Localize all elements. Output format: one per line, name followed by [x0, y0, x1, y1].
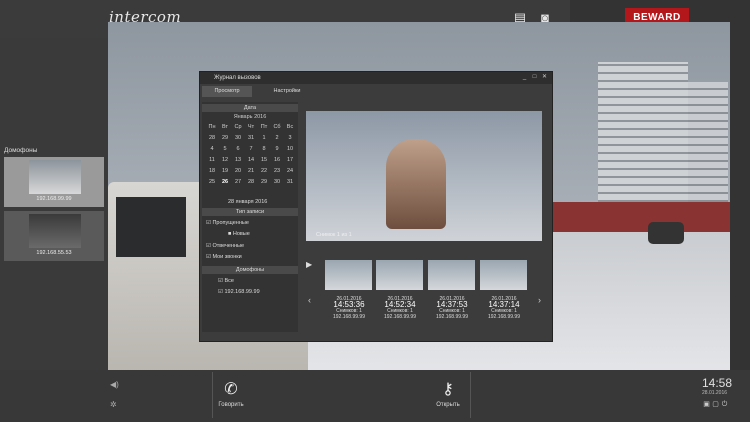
date-header: Дата — [202, 104, 298, 112]
minimize-icon[interactable]: _ — [521, 74, 528, 81]
camera-item-1[interactable]: 192.168.99.99 — [4, 157, 104, 207]
calendar-day[interactable]: 17 — [284, 157, 296, 163]
next-arrow-icon[interactable]: › — [538, 295, 541, 305]
type-answered[interactable]: ☑ Отвеченные — [206, 243, 244, 249]
intercoms-title: Домофоны — [4, 147, 38, 154]
calendar-day[interactable]: 9 — [271, 146, 283, 152]
intercom-ip[interactable]: ☑ 192.168.99.99 — [218, 289, 260, 295]
type-my-calls[interactable]: ☑ Мои звонки — [206, 254, 242, 260]
snapshot-thumb[interactable] — [480, 260, 527, 290]
gear-icon[interactable]: ✲ — [110, 400, 117, 409]
phone-icon: ✆ — [224, 381, 238, 398]
camera-thumbnail — [29, 160, 81, 194]
calendar-day[interactable]: 18 — [206, 168, 218, 174]
bottom-bar — [0, 370, 750, 422]
talk-button[interactable]: ✆ Говорить — [211, 378, 251, 408]
calendar-day[interactable]: 16 — [271, 157, 283, 163]
snapshot-thumb[interactable] — [376, 260, 423, 290]
calendar-day[interactable]: 22 — [258, 168, 270, 174]
calendar-day[interactable]: 30 — [232, 135, 244, 141]
calendar-day[interactable]: 13 — [232, 157, 244, 163]
calendar-day[interactable]: 2 — [271, 135, 283, 141]
calendar-day[interactable]: 28 — [206, 135, 218, 141]
calendar-day[interactable]: 25 — [206, 179, 218, 185]
calendar-day[interactable]: 15 — [258, 157, 270, 163]
calendar-day[interactable]: 20 — [232, 168, 244, 174]
snapshot-info: 26.01.2016 14:52:34 Снимков: 1 192.168.99.9… — [375, 296, 425, 320]
preview-label: Снимок 1 из 1 — [316, 232, 352, 238]
tab-view[interactable]: Просмотр — [202, 86, 252, 97]
camera-item-2[interactable]: 192.168.55.53 — [4, 211, 104, 261]
dialog-titlebar: Журнал вызовов _ □ ✕ — [200, 72, 552, 84]
calendar-day[interactable]: 10 — [284, 146, 296, 152]
calendar-day[interactable]: 31 — [284, 179, 296, 185]
clock-date: 28.01.2016 — [702, 390, 728, 396]
camera-ip: 192.168.99.99 — [36, 196, 72, 202]
clock-time: 14:58 — [702, 376, 733, 390]
selected-date: 28 января 2016 — [228, 199, 268, 205]
snapshot-ip: 192.168.99.99 — [384, 314, 416, 320]
snapshot-info: 26.01.2016 14:37:53 Снимков: 1 192.168.99.9… — [427, 296, 477, 320]
calendar-day[interactable]: 31 — [245, 135, 257, 141]
calendar-day[interactable]: 8 — [258, 146, 270, 152]
calendar-day[interactable]: 28 — [245, 179, 257, 185]
maximize-icon[interactable]: □ — [531, 74, 538, 81]
calendar-day[interactable]: 27 — [232, 179, 244, 185]
calendar-day[interactable]: 11 — [206, 157, 218, 163]
weekday-label: Вс — [286, 124, 294, 130]
type-new[interactable]: ■ Новые — [228, 231, 250, 237]
fullscreen-icon[interactable]: ▢ — [712, 401, 719, 408]
calendar-day[interactable]: 5 — [219, 146, 231, 152]
tab-settings[interactable]: Настройки — [262, 86, 312, 97]
calendar-day[interactable]: 4 — [206, 146, 218, 152]
calendar-day[interactable]: 3 — [284, 135, 296, 141]
calendar-day[interactable]: 1 — [258, 135, 270, 141]
weekday-label: Пт — [260, 124, 268, 130]
weekday-label: Пн — [208, 124, 216, 130]
calendar-day[interactable]: 12 — [219, 157, 231, 163]
camera-thumbnail — [29, 214, 81, 248]
open-button[interactable]: ⚷ Открыть — [428, 378, 468, 408]
calendar-month: Январь 2016 — [233, 114, 267, 120]
window-icon[interactable]: ▣ — [703, 401, 710, 408]
calendar-day[interactable]: 7 — [245, 146, 257, 152]
calendar-day[interactable]: 14 — [245, 157, 257, 163]
calendar-day[interactable]: 26 — [219, 179, 231, 185]
weekday-label: Вт — [221, 124, 228, 130]
volume-icon[interactable]: ◀) — [110, 380, 119, 389]
calendar-day[interactable]: 30 — [271, 179, 283, 185]
filter-panel: Дата Январь 2016 Пн Вт Ср Чт Пт Сб Вс 28 29 30 31 1… — [202, 102, 298, 332]
snapshot-preview[interactable] — [306, 111, 542, 241]
type-header: Тип записи — [202, 208, 298, 216]
snapshot-thumb[interactable] — [325, 260, 372, 290]
close-icon[interactable]: ✕ — [541, 74, 548, 81]
snapshot-ip: 192.168.99.99 — [333, 314, 365, 320]
snapshot-info: 26.01.2016 14:53:36 Снимков: 1 192.168.99.9… — [324, 296, 374, 320]
intercom-all[interactable]: ☑ Все — [218, 278, 234, 284]
visitor-face — [386, 139, 446, 229]
type-missed[interactable]: ☑ Пропущенные — [206, 220, 249, 226]
weekday-label: Сб — [273, 124, 281, 130]
calendar-day[interactable]: 29 — [219, 135, 231, 141]
prev-arrow-icon[interactable]: ‹ — [308, 295, 311, 305]
calendar-day[interactable]: 21 — [245, 168, 257, 174]
calendar-day[interactable]: 24 — [284, 168, 296, 174]
key-icon: ⚷ — [442, 381, 454, 398]
snapshot-info: 26.01.2016 14:37:14 Снимков: 1 192.168.99.9… — [479, 296, 529, 320]
dialog-title: Журнал вызовов — [214, 75, 261, 81]
calendar-day[interactable]: 29 — [258, 179, 270, 185]
intercom-header: Домофоны — [202, 266, 298, 274]
calendar-day[interactable]: 23 — [271, 168, 283, 174]
calendar-day[interactable]: 6 — [232, 146, 244, 152]
snapshot-ip: 192.168.99.99 — [488, 314, 520, 320]
calendar-day[interactable]: 19 — [219, 168, 231, 174]
weekday-label: Чт — [247, 124, 255, 130]
weekday-label: Ср — [234, 124, 242, 130]
film-icon: ▶ — [306, 260, 313, 269]
snapshot-ip: 192.168.99.99 — [436, 314, 468, 320]
power-icon[interactable]: ⏻ — [721, 401, 728, 408]
camera-ip: 192.168.55.53 — [36, 250, 72, 256]
snapshot-thumb[interactable] — [428, 260, 475, 290]
